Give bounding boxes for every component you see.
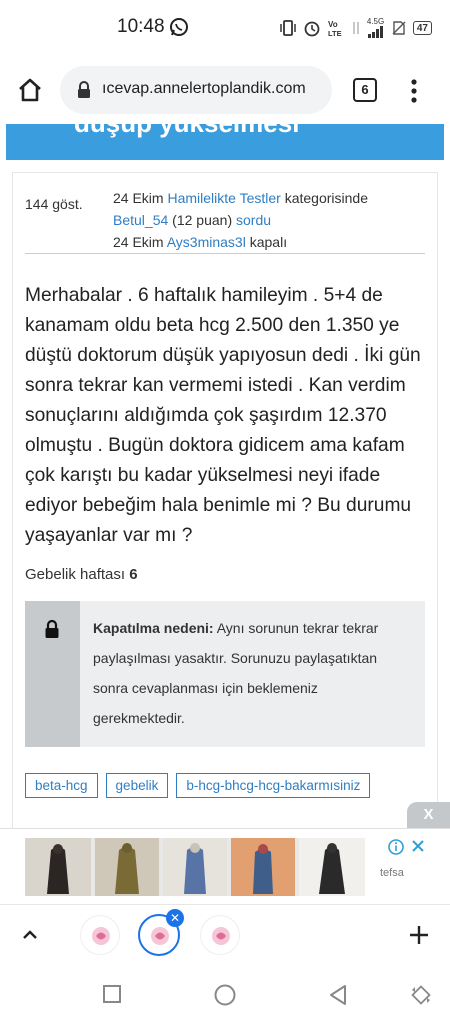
back-icon[interactable]	[327, 983, 349, 1007]
lock-icon	[78, 81, 90, 98]
status-clock: 10:48	[117, 16, 165, 37]
closer-link[interactable]: Ays3minas3l	[167, 234, 246, 250]
closed-status: kapalı	[249, 234, 288, 250]
tag-list: beta-hcg gebelik b-hcg-bhcg-hcg-bakarmıs…	[25, 773, 371, 798]
no-sim-icon	[392, 21, 406, 35]
tag-link[interactable]: b-hcg-bhcg-hcg-bakarmısiniz	[176, 773, 371, 798]
tag-link[interactable]: beta-hcg	[25, 773, 98, 798]
ad-choices-icon[interactable]	[388, 838, 428, 856]
closed-notice: Kapatılma nedeni: Aynı sorunun tekrar te…	[25, 601, 425, 747]
signal-icon	[367, 26, 383, 38]
category-link[interactable]: Hamilelikte Testler	[167, 190, 280, 206]
chevron-up-icon[interactable]	[20, 927, 40, 941]
ad-close-button[interactable]: X	[407, 802, 450, 828]
volte-icon: VoLTE	[328, 20, 342, 37]
more-menu-icon[interactable]	[408, 78, 420, 104]
ad-product-images[interactable]	[25, 838, 365, 896]
tag-link[interactable]: gebelik	[105, 773, 169, 798]
network-type-label: 4.5G	[366, 17, 385, 26]
closed-reason-label: Kapatılma nedeni:	[93, 620, 214, 636]
question-title: düşüp yükselmesi	[74, 124, 299, 139]
rose-favicon-icon	[151, 927, 169, 945]
author-link[interactable]: Betul_54	[113, 212, 168, 228]
pregnancy-week-value: 6	[129, 566, 138, 583]
vibrate-icon	[280, 20, 296, 36]
ad-banner[interactable]: tefsa	[0, 828, 450, 904]
rose-favicon-icon	[92, 927, 110, 945]
recents-icon[interactable]	[102, 984, 122, 1004]
tab-thumbnail[interactable]	[200, 915, 240, 955]
status-bar: 10:48 Vo LTE 4.5G 47	[0, 0, 450, 56]
closed-notice-sidebar	[25, 601, 80, 747]
author-points: (12 puan)	[172, 212, 233, 228]
whatsapp-icon	[170, 18, 188, 36]
closed-date: 24 Ekim	[113, 234, 164, 250]
browser-toolbar: ıcevap.annelertoplandik.com 6	[0, 56, 450, 124]
data-arrows-icon	[353, 22, 359, 34]
padlock-icon	[45, 619, 59, 638]
address-bar[interactable]: ıcevap.annelertoplandik.com	[60, 66, 332, 114]
svg-text:Vo: Vo	[328, 20, 338, 29]
status-icons: Vo LTE 4.5G 47	[279, 18, 432, 38]
rotate-screen-icon[interactable]	[410, 984, 432, 1006]
home-nav-icon[interactable]	[213, 983, 237, 1007]
ad-product-image[interactable]	[163, 838, 227, 896]
bottom-tab-strip: ✕	[0, 904, 450, 964]
closed-reason: Kapatılma nedeni: Aynı sorunun tekrar te…	[93, 613, 413, 733]
url-text[interactable]: ıcevap.annelertoplandik.com	[102, 80, 306, 98]
asked-link[interactable]: sordu	[236, 212, 271, 228]
ad-product-image[interactable]	[299, 838, 365, 896]
view-count: 144 göst.	[25, 196, 83, 212]
ad-product-image[interactable]	[95, 838, 159, 896]
svg-text:LTE: LTE	[328, 29, 342, 37]
tab-switcher-button[interactable]: 6	[353, 78, 377, 102]
new-tab-plus-icon[interactable]	[408, 924, 430, 946]
asked-date: 24 Ekim	[113, 190, 164, 206]
ad-brand: tefsa	[380, 867, 404, 879]
question-title-banner: düşüp yükselmesi	[6, 124, 444, 160]
page-content: düşüp yükselmesi 144 göst. 24 Ekim Hamil…	[0, 124, 450, 828]
battery-level: 47	[416, 22, 428, 34]
category-suffix: kategorisinde	[284, 190, 368, 206]
question-meta: 24 Ekim Hamilelikte Testler kategorisind…	[113, 187, 368, 253]
close-tab-button[interactable]: ✕	[166, 909, 184, 927]
question-body: Merhabalar . 6 haftalık hamileyim . 5+4 …	[25, 285, 421, 546]
ad-product-image[interactable]	[25, 838, 91, 896]
battery-indicator: 47	[412, 21, 432, 35]
pregnancy-week: Gebelik haftası 6	[25, 566, 138, 583]
home-icon[interactable]	[16, 76, 44, 104]
pregnancy-week-label: Gebelik haftası	[25, 566, 126, 583]
alarm-icon	[304, 21, 320, 37]
rose-favicon-icon	[212, 927, 230, 945]
system-navigation-bar	[0, 964, 450, 1024]
divider	[25, 253, 425, 254]
ad-product-image[interactable]	[231, 838, 295, 896]
tab-thumbnail[interactable]	[80, 915, 120, 955]
